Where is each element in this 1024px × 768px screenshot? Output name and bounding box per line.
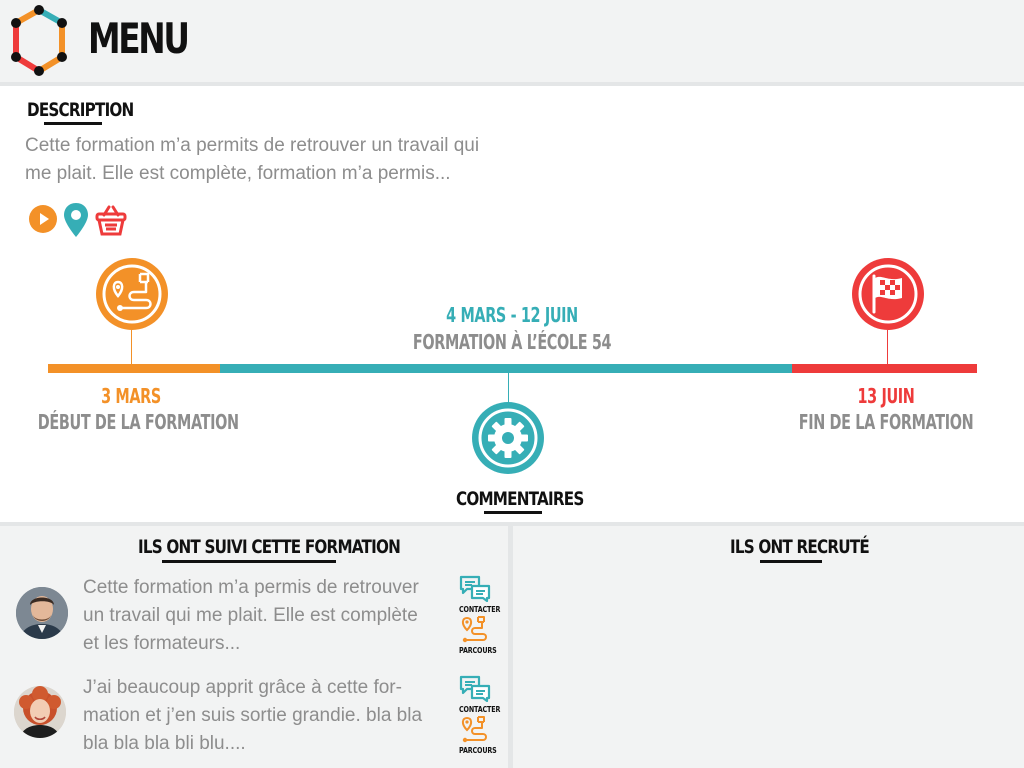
middle-label: FORMATION À L’ÉCOLE 54 [412,330,612,354]
testimonial-text: J’ai beaucoup apprit grâce à cette for- … [83,674,443,758]
timeline-end-segment [792,364,977,373]
comments-button[interactable] [472,402,544,474]
basket-icon[interactable] [94,203,128,237]
description-underline [44,122,102,125]
menu-title[interactable]: MENU [88,14,190,64]
start-stem [131,330,132,365]
path-label: PARCOURS [459,746,497,755]
end-label: FIN DE LA FORMATION [798,410,974,434]
checkered-flag-icon [858,264,918,324]
start-milestone-circle[interactable] [96,258,168,330]
description-line-2: me plait. Elle est complète, formation m… [25,163,451,184]
chat-bubbles-icon [459,675,491,703]
testimonial-line: J’ai beaucoup apprit grâce à cette for- [83,677,402,698]
contact-button[interactable]: CONTACTER [455,674,501,714]
description-line-1: Cette formation m’a permits de retrouver… [25,135,480,156]
testimonial-line: et les formateurs... [83,633,241,654]
path-button[interactable]: PARCOURS [455,615,497,655]
header-divider [0,82,1024,86]
recruiters-underline [760,560,822,563]
timeline-start-segment [48,364,220,373]
comments-heading[interactable]: COMMENTAIRES [456,488,584,510]
recruiters-heading: ILS ONT RECRUTÉ [730,536,870,558]
chat-bubbles-icon [459,575,491,603]
comments-stem [508,373,509,403]
avatar[interactable] [16,587,68,639]
start-label: DÉBUT DE LA FORMATION [37,410,239,434]
comments-underline [484,511,542,514]
end-milestone-circle[interactable] [852,258,924,330]
testimonial-line: Cette formation m’a permis de retrouver [83,577,419,598]
testimonial-text: Cette formation m’a permis de retrouver … [83,574,443,658]
route-icon [102,264,162,324]
testimonial-line: mation et j’en suis sortie grandie. bla … [83,705,423,726]
path-button[interactable]: PARCOURS [455,715,497,755]
end-date: 13 JUIN [857,384,915,408]
route-icon [461,716,487,743]
man-avatar-image [16,587,68,639]
timeline-middle-segment [220,364,792,373]
play-icon[interactable] [28,204,58,234]
contact-label: CONTACTER [459,705,501,714]
location-pin-icon[interactable] [62,201,90,239]
bottom-column-divider [508,526,513,768]
path-label: PARCOURS [459,646,497,655]
description-text: Cette formation m’a permits de retrouver… [25,132,515,188]
contact-button[interactable]: CONTACTER [455,574,501,614]
testimonial-line: un travail qui me plait. Elle est complè… [83,605,418,626]
woman-avatar-image [14,686,66,738]
app-logo-icon[interactable] [8,4,70,78]
route-icon [461,616,487,643]
alumni-heading: ILS ONT SUIVI CETTE FORMATION [138,536,401,558]
end-stem [887,330,888,365]
gear-icon [478,408,538,468]
contact-label: CONTACTER [459,605,501,614]
description-heading: DESCRIPTION [27,99,134,121]
testimonial-line: bla bla bla bli blu.... [83,733,246,754]
middle-date: 4 MARS - 12 JUIN [446,303,578,327]
alumni-underline [162,560,336,563]
start-date: 3 MARS [101,384,161,408]
avatar[interactable] [14,686,66,738]
